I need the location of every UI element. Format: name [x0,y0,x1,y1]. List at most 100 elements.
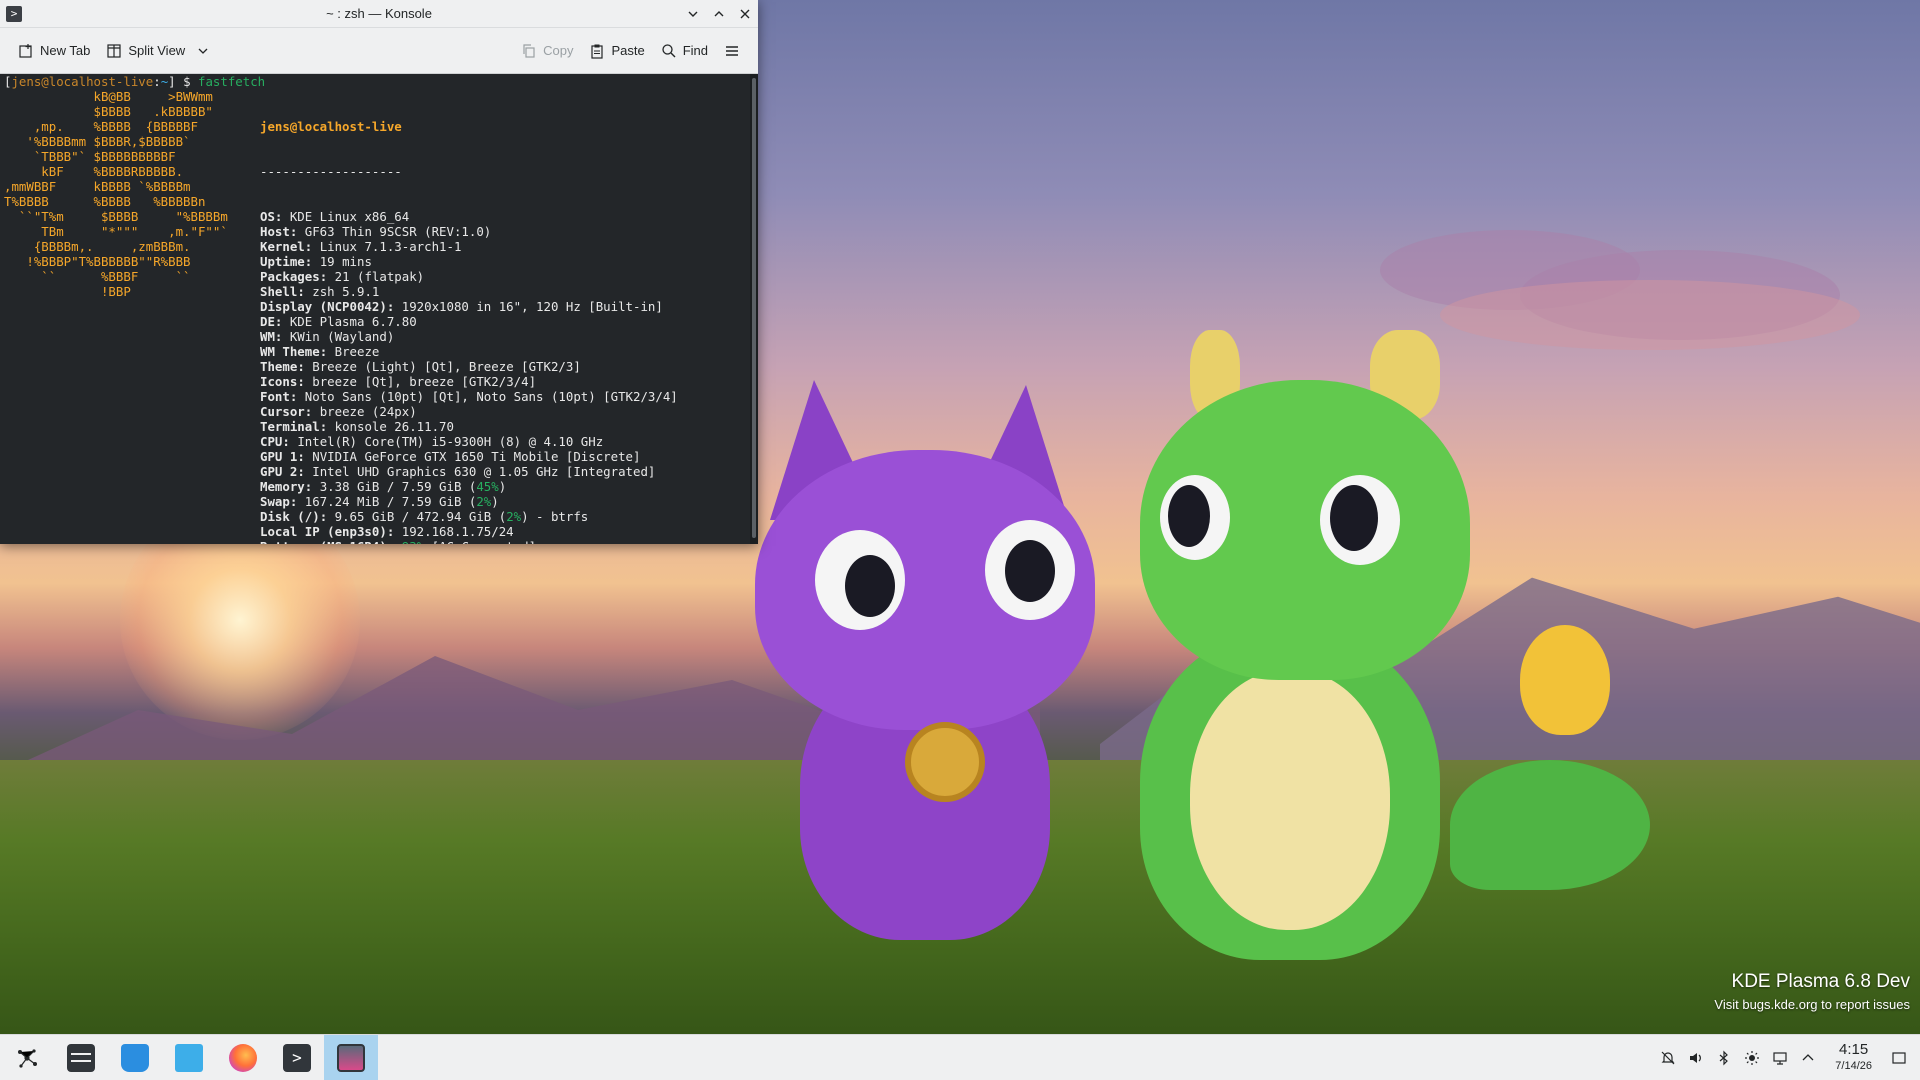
discover-icon [121,1043,149,1072]
info-value: Linux 7.1.3-arch1-1 [319,239,462,254]
info-row: WM: KWin (Wayland) [260,329,395,344]
prompt-user-host: jens@localhost-live [11,74,154,89]
terminal-icon: > [283,1043,311,1072]
info-percent: 2% [506,509,522,524]
brightness-button[interactable] [1743,1049,1761,1067]
info-row: Packages: 21 (flatpak) [260,269,425,284]
minimize-button[interactable] [686,7,700,21]
copy-icon [523,43,535,58]
logo-line: ,mmWBBF kBBBB `%BBBBm [4,179,191,194]
task-spectacle[interactable] [324,1034,378,1080]
close-button[interactable] [738,7,752,21]
info-row: Memory: 3.38 GiB / 7.59 GiB (45%) [260,479,507,494]
info-row: OS: KDE Linux x86_64 [260,209,410,224]
info-divider: ------------------- [260,164,402,179]
paste-button[interactable]: Paste [581,38,652,64]
cat-mascot-pupil [1005,540,1055,602]
new-tab-button[interactable]: New Tab [10,38,98,64]
split-view-label: Split View [128,43,186,58]
info-value: Breeze [334,344,380,359]
dragon-mascot-tail-flame [1520,625,1610,735]
prompt-line: [jens@localhost-live:~] $ fastfetch [4,74,266,89]
info-suffix: ) [491,494,499,509]
logo-line: ,mp. %BBBB {BBBBBF [4,119,198,134]
logo-line: '%BBBBmm $BBBR,$BBBBB` [4,134,191,149]
info-row: Disk (/): 9.65 GiB / 472.94 GiB (2%) - b… [260,509,589,524]
scrollbar-thumb[interactable] [752,78,756,538]
hamburger-menu-button[interactable] [716,38,748,64]
window-title: ~ : zsh — Konsole [326,6,432,21]
task-konsole[interactable]: > [270,1035,324,1080]
info-percent: 93% [402,539,424,544]
find-button[interactable]: Find [653,38,716,64]
window-titlebar[interactable]: > ~ : zsh — Konsole [0,0,758,28]
split-view-icon [107,43,121,58]
task-system-settings[interactable] [54,1035,108,1080]
info-row: CPU: Intel(R) Core(TM) i5-9300H (8) @ 4.… [260,434,604,449]
logo-line: `TBBB"` $BBBBBBBBBF [4,149,176,164]
maximize-button[interactable] [712,7,726,21]
info-row: GPU 2: Intel UHD Graphics 630 @ 1.05 GHz… [260,464,656,479]
show-hidden-icons-button[interactable] [1799,1049,1817,1067]
logo-line: `` %BBBF `` [4,269,191,284]
dragon-mascot-pupil [1168,485,1210,547]
task-firefox[interactable] [216,1035,270,1080]
konsole-app-icon[interactable]: > [6,6,22,22]
window-controls [686,0,752,28]
system-settings-icon [67,1043,95,1072]
network-button[interactable] [1771,1049,1789,1067]
paste-icon [591,44,604,59]
volume-button[interactable] [1687,1049,1705,1067]
peek-desktop-button[interactable] [1890,1049,1908,1067]
cat-mascot-medal [905,722,985,802]
info-key: Local IP (enp3s0) [260,524,387,539]
application-launcher-button[interactable] [0,1035,54,1080]
info-header: jens@localhost-live [260,119,402,134]
konsole-window[interactable]: > ~ : zsh — Konsole New Tab Split View C… [0,0,758,544]
hamburger-menu-icon [726,45,738,56]
split-view-button[interactable]: Split View [98,38,219,64]
digital-clock[interactable]: 4:15 7/14/26 [1835,1042,1872,1074]
logo-line: T%BBBB %BBBB %BBBBBn [4,194,206,209]
konsole-toolbar: New Tab Split View Copy Paste Find [0,28,758,74]
fastfetch-output: kB@BB >BWWmm $BBBB .kBBBBB" ,mp. %BBBB {… [4,89,746,544]
system-tray: 4:15 7/14/26 [1659,1035,1920,1080]
notifications-button[interactable] [1659,1049,1677,1067]
dragon-mascot-pupil [1330,485,1378,551]
terminal-output[interactable]: [jens@localhost-live:~] $ fastfetch kB@B… [0,74,750,544]
info-key: GPU 2 [260,464,298,479]
info-row: Icons: breeze [Qt], breeze [GTK2/3/4] [260,374,537,389]
terminal-scrollbar[interactable] [750,74,758,544]
firefox-icon [229,1043,257,1072]
folder-icon [175,1043,203,1072]
search-icon [662,43,676,57]
distro-ascii-logo: kB@BB >BWWmm $BBBB .kBBBBB" ,mp. %BBBB {… [4,89,260,544]
info-value: konsole 26.11.70 [334,419,454,434]
info-value: 167.24 MiB / 7.59 GiB ( [304,494,477,509]
info-key: CPU [260,434,283,449]
bluetooth-button[interactable] [1715,1049,1733,1067]
info-value: Breeze (Light) [Qt], Breeze [GTK2/3] [312,359,581,374]
logo-line: !%BBBP"T%BBBBBB""R%BBB [4,254,191,269]
info-row: Shell: zsh 5.9.1 [260,284,380,299]
copy-button[interactable]: Copy [513,38,581,64]
info-key: Font [260,389,290,404]
system-info: jens@localhost-live ------------------- … [260,89,678,544]
info-key: DE [260,314,275,329]
info-key: Packages [260,269,320,284]
info-value: Noto Sans (10pt) [Qt], Noto Sans (10pt) … [304,389,678,404]
dragon-mascot-belly [1190,670,1390,930]
info-value: 3.38 GiB / 7.59 GiB ( [319,479,477,494]
info-row: Local IP (enp3s0): 192.168.1.75/24 [260,524,514,539]
find-label: Find [682,43,708,58]
chevron-up-icon [1802,1054,1814,1061]
info-key: Swap [260,494,290,509]
chevron-down-icon [198,48,208,54]
info-value: KDE Linux x86_64 [289,209,410,224]
task-dolphin[interactable] [162,1035,216,1080]
info-key: Kernel [260,239,305,254]
info-value: NVIDIA GeForce GTX 1650 Ti Mobile [Discr… [312,449,641,464]
prompt-command: fastfetch [198,74,266,89]
task-discover[interactable] [108,1035,162,1080]
info-key: OS [260,209,275,224]
